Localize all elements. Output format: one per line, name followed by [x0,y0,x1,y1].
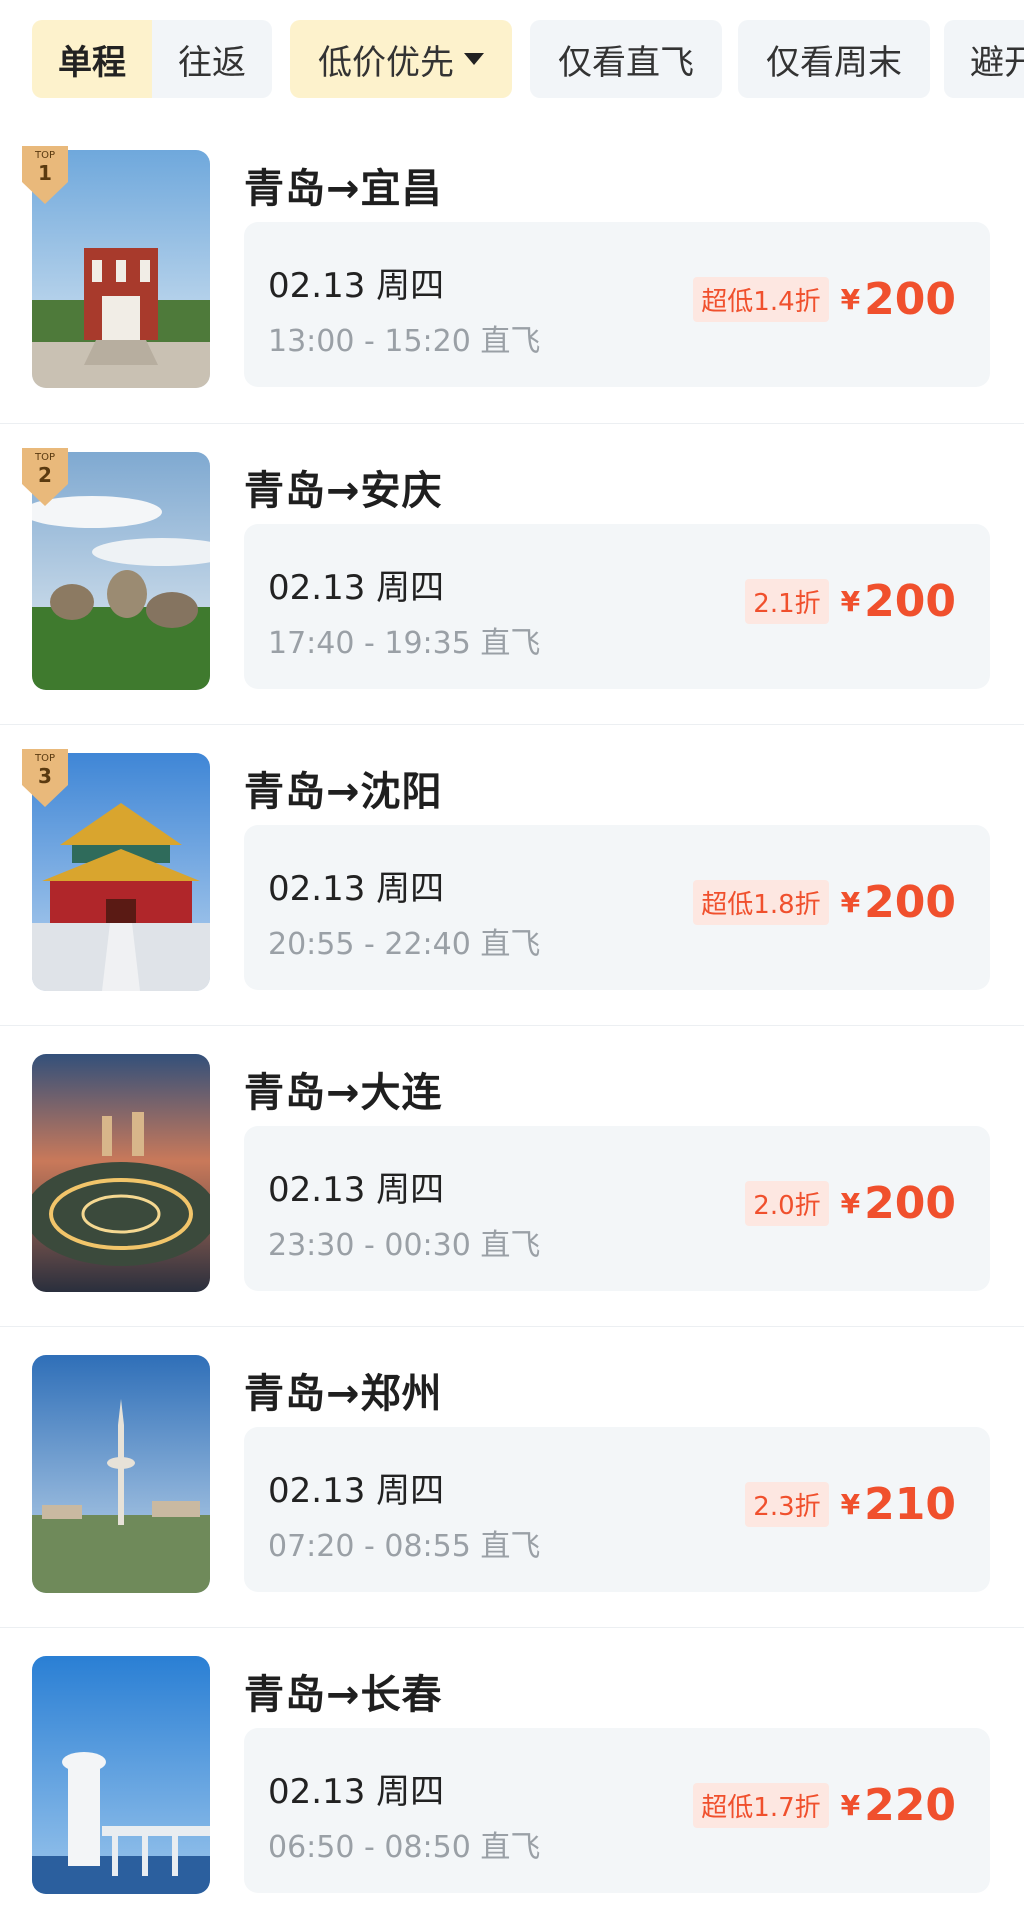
discount-tag: 2.0折 [745,1181,829,1226]
flight-time: 13:00 - 15:20 直飞 [268,324,541,359]
route-title: 青岛→宜昌 [244,166,443,212]
flight-card[interactable]: 02.13 周四 13:00 - 15:20 直飞 超低1.4折 ¥ 200 [244,222,990,387]
weekend-only-filter[interactable]: 仅看周末 [738,20,930,98]
flight-list-item[interactable]: 青岛→长春 02.13 周四 06:50 - 08:50 直飞 超低1.7折 ¥… [0,1627,1024,1928]
price-area: 2.1折 ¥ 200 [745,576,956,627]
direct-only-filter[interactable]: 仅看直飞 [530,20,722,98]
currency-symbol: ¥ [840,1488,861,1521]
discount-tag: 2.1折 [745,579,829,624]
discount-tag: 超低1.8折 [693,880,829,925]
flight-date: 02.13 周四 [268,869,445,909]
price-area: 超低1.7折 ¥ 220 [693,1780,956,1831]
price-value: 200 [864,1178,956,1229]
route-title: 青岛→大连 [244,1070,443,1116]
flight-card[interactable]: 02.13 周四 20:55 - 22:40 直飞 超低1.8折 ¥ 200 [244,825,990,990]
flight-list-item[interactable]: TOP 3 青岛→沈阳 02.13 周四 20:55 - 22:40 直飞 超低… [0,724,1024,1025]
flight-time: 17:40 - 19:35 直飞 [268,626,541,661]
caret-down-icon [464,53,484,65]
discount-tag: 2.3折 [745,1482,829,1527]
price-value: 220 [864,1780,956,1831]
discount-tag: 超低1.4折 [693,277,829,322]
destination-thumbnail [32,1656,210,1894]
route-title: 青岛→安庆 [244,468,443,514]
price-value: 200 [864,274,956,325]
price-value: 210 [864,1479,956,1530]
currency-symbol: ¥ [840,1187,861,1220]
currency-symbol: ¥ [840,283,861,316]
filter-bar: 单程 往返 低价优先 仅看直飞 仅看周末 避开 [0,0,1024,120]
route-title: 青岛→长春 [244,1672,443,1718]
price-area: 2.3折 ¥ 210 [745,1479,956,1530]
destination-thumbnail [32,1355,210,1593]
price-value: 200 [864,576,956,627]
flight-list-item[interactable]: 青岛→大连 02.13 周四 23:30 - 00:30 直飞 2.0折 ¥ 2… [0,1025,1024,1326]
price-value: 200 [864,877,956,928]
currency-symbol: ¥ [840,1789,861,1822]
flight-date: 02.13 周四 [268,1471,445,1511]
route-title: 青岛→郑州 [244,1371,443,1417]
flight-list-item[interactable]: 青岛→郑州 02.13 周四 07:20 - 08:55 直飞 2.3折 ¥ 2… [0,1326,1024,1627]
flight-time: 06:50 - 08:50 直飞 [268,1830,541,1865]
flight-date: 02.13 周四 [268,1170,445,1210]
flight-time: 23:30 - 00:30 直飞 [268,1228,541,1263]
discount-tag: 超低1.7折 [693,1783,829,1828]
route-title: 青岛→沈阳 [244,769,443,815]
round-trip-option[interactable]: 往返 [152,20,272,98]
currency-symbol: ¥ [840,585,861,618]
flight-card[interactable]: 02.13 周四 07:20 - 08:55 直飞 2.3折 ¥ 210 [244,1427,990,1592]
flight-date: 02.13 周四 [268,1772,445,1812]
flight-card[interactable]: 02.13 周四 06:50 - 08:50 直飞 超低1.7折 ¥ 220 [244,1728,990,1893]
flight-date: 02.13 周四 [268,568,445,608]
flight-date: 02.13 周四 [268,266,445,306]
flight-time: 07:20 - 08:55 直飞 [268,1529,541,1564]
trip-type-toggle: 单程 往返 [32,20,272,98]
price-area: 2.0折 ¥ 200 [745,1178,956,1229]
flight-card[interactable]: 02.13 周四 23:30 - 00:30 直飞 2.0折 ¥ 200 [244,1126,990,1291]
one-way-option[interactable]: 单程 [32,20,152,98]
sort-dropdown[interactable]: 低价优先 [290,20,512,98]
destination-thumbnail [32,1054,210,1292]
flight-list-item[interactable]: TOP 2 青岛→安庆 02.13 周四 17:40 - 19:35 直飞 2.… [0,423,1024,724]
price-area: 超低1.4折 ¥ 200 [693,274,956,325]
flight-time: 20:55 - 22:40 直飞 [268,927,541,962]
price-area: 超低1.8折 ¥ 200 [693,877,956,928]
flight-card[interactable]: 02.13 周四 17:40 - 19:35 直飞 2.1折 ¥ 200 [244,524,990,689]
more-filter-chip[interactable]: 避开 [944,20,1024,98]
sort-label: 低价优先 [318,42,454,83]
flight-list-item[interactable]: TOP 1 青岛→宜昌 02.13 周四 13:00 - 15:20 直飞 超低… [0,122,1024,422]
currency-symbol: ¥ [840,886,861,919]
